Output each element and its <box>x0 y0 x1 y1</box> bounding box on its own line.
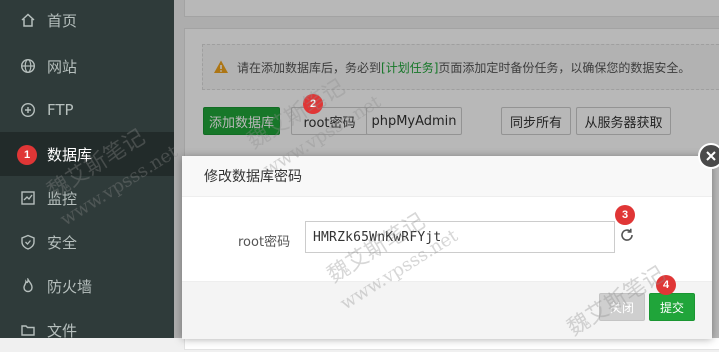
globe-icon <box>20 58 36 74</box>
sidebar-item-label: 监控 <box>47 189 78 208</box>
sidebar: 首页 网站 FTP 数据库 监控 安全 防火墙 文件 <box>0 0 174 340</box>
sidebar-item-label: 防火墙 <box>47 277 93 296</box>
sidebar-item-firewall[interactable]: 防火墙 <box>0 264 174 308</box>
dialog-footer: 关闭 提交 <box>182 281 712 339</box>
submit-button[interactable]: 提交 <box>649 293 695 321</box>
phpmyadmin-button[interactable]: phpMyAdmin <box>366 107 462 135</box>
sidebar-item-label: 安全 <box>47 233 78 252</box>
dialog-close-icon[interactable] <box>698 143 719 169</box>
firewall-icon <box>20 278 36 294</box>
step-badge-4: 4 <box>656 275 676 295</box>
root-password-label: root密码 <box>238 235 291 250</box>
close-button[interactable]: 关闭 <box>599 293 645 321</box>
dialog-title: 修改数据库密码 <box>182 156 712 197</box>
sidebar-item-label: 数据库 <box>47 145 93 164</box>
top-card <box>184 0 719 17</box>
change-password-dialog: 修改数据库密码 root密码 HMRZk65WnKwRFYjt 关闭 提交 <box>182 156 712 339</box>
add-database-button[interactable]: 添加数据库 <box>203 107 280 135</box>
step-badge-1: 1 <box>17 145 37 165</box>
alert-suffix: 页面添加定时备份任务，以确保您的数据安全。 <box>438 60 691 75</box>
sidebar-item-website[interactable]: 网站 <box>0 44 174 88</box>
home-icon <box>20 12 36 28</box>
shield-icon <box>20 234 36 250</box>
fetch-from-server-button[interactable]: 从服务器获取 <box>576 107 671 135</box>
refresh-password-icon[interactable] <box>619 227 635 243</box>
root-password-input[interactable]: HMRZk65WnKwRFYjt <box>305 221 615 253</box>
sidebar-item-security[interactable]: 安全 <box>0 220 174 264</box>
ftp-icon <box>20 102 36 118</box>
sidebar-item-label: 首页 <box>47 11 78 30</box>
sidebar-item-home[interactable]: 首页 <box>0 0 174 42</box>
sidebar-item-label: FTP <box>47 101 74 119</box>
step-badge-2: 2 <box>303 94 323 114</box>
backup-alert: 请在添加数据库后，务必到 [计划任务] 页面添加定时备份任务，以确保您的数据安全。 <box>202 44 719 90</box>
schedule-task-link[interactable]: [计划任务] <box>381 59 438 76</box>
sidebar-item-files[interactable]: 文件 <box>0 308 174 352</box>
monitor-icon <box>20 190 36 206</box>
alert-prefix: 请在添加数据库后，务必到 <box>237 60 382 75</box>
folder-icon <box>20 322 36 338</box>
sidebar-item-ftp[interactable]: FTP <box>0 88 174 132</box>
sidebar-item-monitor[interactable]: 监控 <box>0 176 174 220</box>
sync-all-button[interactable]: 同步所有 <box>501 107 571 135</box>
root-password-button[interactable]: root密码 <box>291 107 368 135</box>
sidebar-item-label: 文件 <box>47 321 78 340</box>
step-badge-3: 3 <box>615 205 635 225</box>
warning-icon <box>214 60 228 73</box>
sidebar-item-label: 网站 <box>47 57 78 76</box>
